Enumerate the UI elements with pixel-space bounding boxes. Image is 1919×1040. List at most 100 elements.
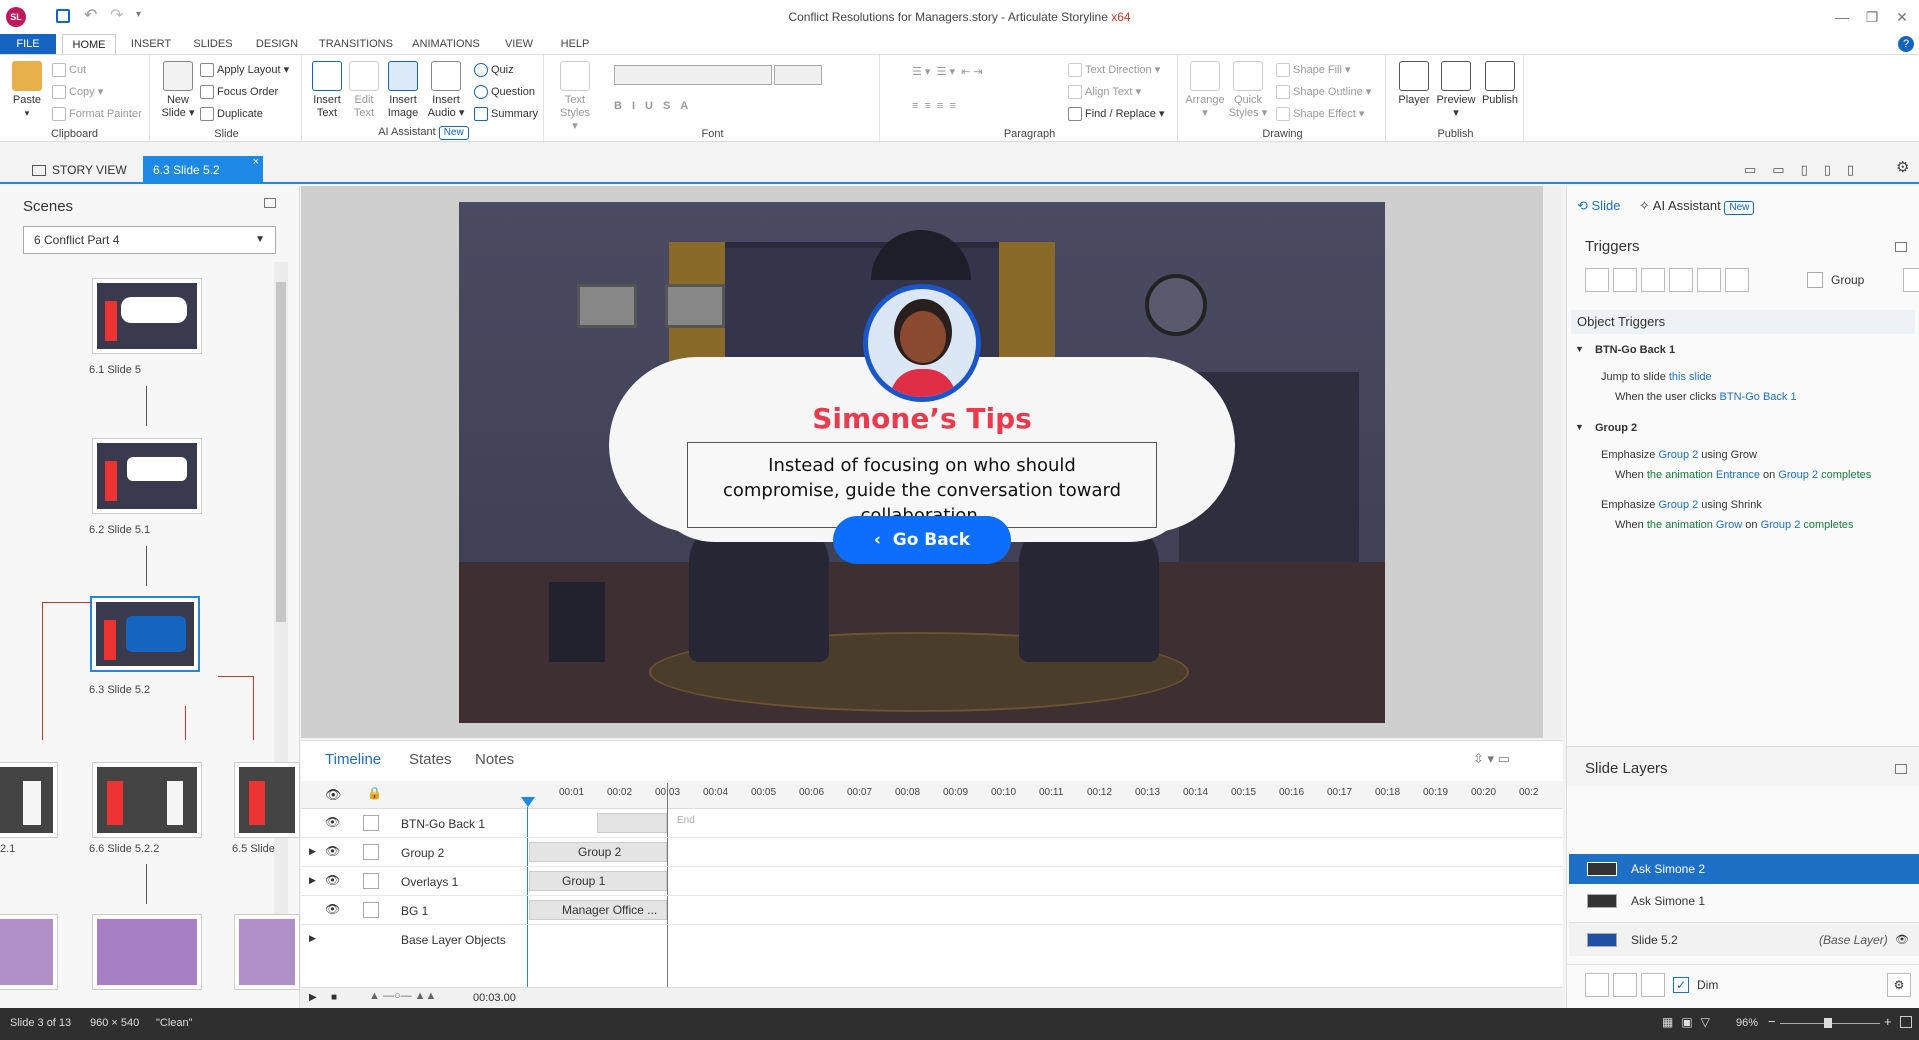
layer-row-selected[interactable]: Ask Simone 2 (1569, 854, 1919, 884)
edit-text-button[interactable]: Edit Text (346, 61, 382, 120)
stage-vertical-scrollbar[interactable] (1543, 186, 1563, 738)
menu-help[interactable]: HELP (552, 34, 598, 54)
eye-icon[interactable]: 👁 (1895, 923, 1909, 957)
layer-settings-gear-icon[interactable]: ⚙ (1887, 973, 1911, 997)
group-checkbox[interactable] (1807, 272, 1823, 288)
paste-trigger-icon[interactable] (1669, 268, 1693, 292)
slide-thumbnail-row-4-c[interactable] (234, 914, 300, 990)
timeline-bar[interactable]: Group 2 (529, 842, 667, 862)
expand-row-icon[interactable]: ▶ (309, 875, 316, 886)
timeline-row[interactable]: 👁 BTN-Go Back 1 End (301, 809, 1563, 838)
triggers-collapse-icon[interactable] (1895, 242, 1907, 252)
visibility-eye-icon[interactable]: 👁 (325, 815, 340, 829)
show-all-eye-icon[interactable]: 👁 (325, 787, 342, 803)
scene-select[interactable]: 6 Conflict Part 4 ▼ (23, 226, 276, 254)
shape-fill-button[interactable]: Shape Fill ▾ (1276, 63, 1351, 78)
timeline-row[interactable]: ▶ 👁 Overlays 1 Group 1 (301, 867, 1563, 896)
insert-text-button[interactable]: Insert Text (308, 61, 346, 120)
new-slide-button[interactable]: New Slide ▾ (156, 61, 200, 120)
tab-current-slide[interactable]: 6.3 Slide 5.2 × (143, 156, 263, 184)
new-trigger-icon[interactable] (1585, 268, 1609, 292)
go-back-button[interactable]: ‹ Go Back (833, 516, 1011, 564)
trigger-action[interactable]: Jump to slide this slide (1601, 371, 1712, 383)
lock-checkbox[interactable] (363, 844, 379, 860)
quiz-button[interactable]: Quiz (474, 63, 514, 77)
duplicate-button[interactable]: Duplicate (200, 107, 263, 121)
tab-states[interactable]: States (409, 751, 452, 768)
player-button[interactable]: Player (1394, 61, 1434, 107)
timeline-bar-button[interactable] (597, 813, 667, 833)
visibility-eye-icon[interactable]: 👁 (325, 873, 340, 887)
publish-button[interactable]: Publish (1478, 61, 1522, 107)
menu-file[interactable]: FILE (0, 34, 56, 54)
stop-icon[interactable]: ■ (331, 992, 337, 1003)
slide-thumbnail-6-1[interactable] (92, 278, 202, 354)
fit-to-window-icon[interactable] (1900, 1016, 1912, 1028)
focus-order-button[interactable]: Focus Order (200, 85, 278, 99)
text-format-controls[interactable]: BIUSA (614, 100, 698, 112)
layer-row[interactable]: Ask Simone 1 (1569, 886, 1919, 916)
trigger-condition[interactable]: When the user clicks BTN-Go Back 1 (1615, 391, 1797, 403)
text-styles-button[interactable]: Text Styles ▾ (550, 61, 600, 133)
font-size-select[interactable] (774, 65, 822, 85)
slide-thumbnail-6-2[interactable] (92, 438, 202, 514)
shape-effect-button[interactable]: Shape Effect ▾ (1276, 107, 1364, 122)
menu-home[interactable]: HOME (62, 34, 116, 54)
tab-ai-assistant[interactable]: ✧ AI Assistant New (1639, 198, 1755, 215)
copy-button[interactable]: Copy ▾ (52, 85, 103, 100)
summary-button[interactable]: Summary (474, 107, 538, 121)
paste-button[interactable]: Paste ▾ (8, 61, 46, 120)
quick-styles-button[interactable]: Quick Styles ▾ (1226, 61, 1270, 120)
zoom-slider-thumb[interactable] (1824, 1018, 1832, 1028)
preview-button[interactable]: Preview ▾ (1434, 61, 1478, 120)
timeline-bar[interactable]: Manager Office ... (529, 900, 667, 920)
timeline-row[interactable]: 👁 BG 1 Manager Office ... (301, 896, 1563, 925)
copy-trigger-icon[interactable] (1641, 268, 1665, 292)
scenes-scrollbar[interactable] (274, 262, 288, 982)
trigger-action[interactable]: Emphasize Group 2 using Grow (1601, 449, 1757, 461)
visibility-eye-icon[interactable]: 👁 (325, 844, 340, 858)
maximize-button[interactable]: ❐ (1857, 6, 1887, 28)
find-replace-button[interactable]: Find / Replace ▾ (1068, 107, 1165, 122)
lock-all-icon[interactable]: 🔒 (367, 786, 382, 800)
trigger-condition[interactable]: When the animation Entrance on Group 2 c… (1615, 469, 1871, 481)
duplicate-layer-icon[interactable] (1613, 973, 1637, 997)
new-layer-icon[interactable] (1585, 973, 1609, 997)
shape-outline-button[interactable]: Shape Outline ▾ (1276, 85, 1371, 100)
tab-story-view[interactable]: STORY VIEW (32, 156, 127, 184)
close-tab-icon[interactable]: × (253, 148, 259, 176)
playhead[interactable] (521, 797, 535, 807)
help-icon[interactable]: ? (1898, 36, 1914, 52)
timeline-options-icon[interactable]: ⇳ ▾ ▭ (1473, 751, 1510, 767)
visibility-eye-icon[interactable]: 👁 (325, 902, 340, 916)
trigger-condition[interactable]: When the animation Grow on Group 2 compl… (1615, 519, 1854, 531)
timeline-row[interactable]: ▶ 👁 Group 2 Group 2 (301, 838, 1563, 867)
zoom-slider[interactable]: ▲ —○— ▲▲ (369, 990, 436, 1002)
delete-layer-icon[interactable] (1641, 973, 1665, 997)
format-painter-button[interactable]: Format Painter (52, 107, 142, 121)
timeline-row[interactable]: ▶ Base Layer Objects (301, 925, 1563, 954)
slide-thumbnail-6-5[interactable] (234, 762, 300, 838)
arrange-button[interactable]: Arrange ▾ (1182, 61, 1228, 120)
trigger-group-header[interactable]: ▼ Group 2 (1575, 422, 1637, 434)
bullets-controls[interactable]: ☰ ▾ ☰ ▾ ⇤ ⇥ (912, 65, 983, 78)
expand-row-icon[interactable]: ▶ (309, 933, 316, 944)
slide-thumbnail-row-4-a[interactable] (0, 914, 58, 990)
apply-layout-button[interactable]: Apply Layout ▾ (200, 63, 289, 78)
edit-trigger-icon[interactable] (1613, 268, 1637, 292)
slide-thumbnail-6-3-selected[interactable] (90, 596, 200, 672)
slide-thumbnail-6-6[interactable] (92, 762, 202, 838)
timeline-bar[interactable]: Group 1 (529, 871, 667, 891)
expand-row-icon[interactable]: ▶ (309, 846, 316, 857)
collapse-panel-icon[interactable] (264, 198, 276, 208)
play-icon[interactable]: ▶ (309, 992, 317, 1003)
lock-checkbox[interactable] (363, 873, 379, 889)
menu-animations[interactable]: ANIMATIONS (406, 34, 486, 54)
menu-insert[interactable]: INSERT (124, 34, 178, 54)
minimize-button[interactable]: — (1827, 6, 1857, 28)
reorder-trigger-icon[interactable] (1725, 268, 1749, 292)
view-mode-icons[interactable]: ▦▣▽ (1662, 1015, 1718, 1029)
alignment-controls[interactable]: ≡ ≡ ≡ ≡ (912, 100, 956, 112)
menu-transitions[interactable]: TRANSITIONS (314, 34, 398, 54)
text-direction-button[interactable]: Text Direction ▾ (1068, 63, 1160, 78)
